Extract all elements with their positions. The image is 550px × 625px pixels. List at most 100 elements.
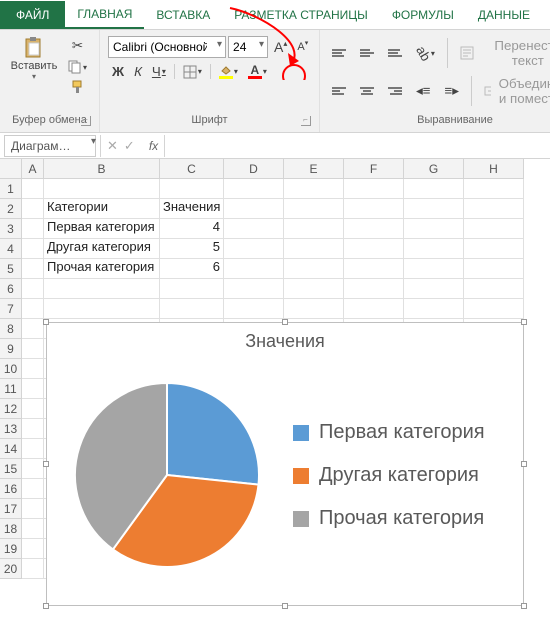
align-center-button[interactable]	[356, 74, 378, 108]
align-right-button[interactable]	[384, 74, 406, 108]
legend-item[interactable]: Другая категория	[293, 464, 523, 487]
cell[interactable]	[404, 219, 464, 239]
cell[interactable]	[344, 179, 404, 199]
cell[interactable]	[464, 239, 524, 259]
cell[interactable]: Первая категория	[44, 219, 160, 239]
row-header[interactable]: 3	[0, 219, 22, 239]
cell[interactable]	[404, 239, 464, 259]
cell[interactable]	[22, 179, 44, 199]
col-header[interactable]: B	[44, 159, 160, 179]
cell[interactable]	[160, 279, 224, 299]
spreadsheet-grid[interactable]: A B C D E F G H	[0, 159, 550, 179]
tab-page-layout[interactable]: РАЗМЕТКА СТРАНИЦЫ	[222, 1, 380, 29]
fx-label[interactable]: fx	[149, 139, 158, 153]
row-header[interactable]: 7	[0, 299, 22, 319]
cell[interactable]	[224, 239, 284, 259]
underline-button[interactable]: Ч▾	[148, 62, 170, 81]
cell[interactable]	[160, 179, 224, 199]
pie-plot-area[interactable]	[47, 356, 287, 594]
cell[interactable]	[44, 179, 160, 199]
font-launcher[interactable]: ⌐	[301, 116, 311, 126]
cell[interactable]	[344, 259, 404, 279]
tab-data[interactable]: ДАННЫЕ	[466, 1, 542, 29]
cell[interactable]	[464, 299, 524, 319]
cell[interactable]: Другая категория	[44, 239, 160, 259]
col-header[interactable]: G	[404, 159, 464, 179]
cell[interactable]	[344, 279, 404, 299]
row-header[interactable]: 13	[0, 419, 22, 439]
chart-title[interactable]: Значения	[47, 323, 523, 356]
align-left-button[interactable]	[328, 74, 350, 108]
col-header[interactable]: H	[464, 159, 524, 179]
cell[interactable]	[404, 259, 464, 279]
cell[interactable]	[284, 199, 344, 219]
cell[interactable]	[344, 299, 404, 319]
cell[interactable]	[464, 259, 524, 279]
row-header[interactable]: 17	[0, 499, 22, 519]
cut-button[interactable]: ✂	[64, 36, 91, 56]
cell[interactable]	[160, 299, 224, 319]
row-header[interactable]: 19	[0, 539, 22, 559]
italic-button[interactable]: К	[130, 62, 146, 81]
cell[interactable]	[44, 279, 160, 299]
decrease-font-button[interactable]: A▾	[293, 36, 312, 58]
fill-color-button[interactable]: ▾	[215, 62, 242, 81]
cell[interactable]	[224, 259, 284, 279]
cell[interactable]	[22, 439, 44, 459]
formula-input[interactable]	[165, 135, 550, 157]
font-name-input[interactable]	[108, 36, 226, 58]
row-header[interactable]: 12	[0, 399, 22, 419]
cell[interactable]	[224, 279, 284, 299]
name-box[interactable]	[4, 135, 96, 157]
legend-item[interactable]: Первая категория	[293, 421, 523, 444]
col-header[interactable]: E	[284, 159, 344, 179]
row-header[interactable]: 4	[0, 239, 22, 259]
cell[interactable]	[22, 259, 44, 279]
cell[interactable]	[22, 559, 44, 579]
merge-button[interactable]: Объединить и поместить	[480, 74, 550, 108]
cell[interactable]	[22, 359, 44, 379]
row-header[interactable]: 2	[0, 199, 22, 219]
cell[interactable]	[224, 299, 284, 319]
cell[interactable]	[22, 539, 44, 559]
cell[interactable]	[22, 379, 44, 399]
cell[interactable]	[22, 239, 44, 259]
cell[interactable]	[344, 199, 404, 219]
row-header[interactable]: 11	[0, 379, 22, 399]
row-header[interactable]: 1	[0, 179, 22, 199]
align-middle-button[interactable]	[356, 36, 378, 70]
row-header[interactable]: 9	[0, 339, 22, 359]
row-header[interactable]: 20	[0, 559, 22, 579]
copy-button[interactable]: ▾	[64, 58, 91, 76]
cell[interactable]	[224, 199, 284, 219]
cell[interactable]: Категории	[44, 199, 160, 219]
enter-icon[interactable]: ✓	[124, 138, 135, 154]
cell[interactable]	[22, 499, 44, 519]
cell[interactable]	[22, 339, 44, 359]
cell[interactable]	[224, 219, 284, 239]
row-header[interactable]: 14	[0, 439, 22, 459]
bold-button[interactable]: Ж	[108, 62, 128, 81]
decrease-indent-button[interactable]: ◂≡	[412, 74, 434, 108]
cell[interactable]	[22, 479, 44, 499]
pie-slice[interactable]	[167, 383, 259, 485]
row-header[interactable]: 5	[0, 259, 22, 279]
cell[interactable]	[404, 279, 464, 299]
row-header[interactable]: 8	[0, 319, 22, 339]
cell[interactable]	[22, 299, 44, 319]
cell[interactable]: Прочая категория	[44, 259, 160, 279]
col-header[interactable]: F	[344, 159, 404, 179]
cell[interactable]	[22, 459, 44, 479]
cell[interactable]	[344, 219, 404, 239]
cell[interactable]	[22, 399, 44, 419]
cell[interactable]	[344, 239, 404, 259]
row-header[interactable]: 6	[0, 279, 22, 299]
cell[interactable]	[22, 519, 44, 539]
cell[interactable]	[284, 299, 344, 319]
align-top-button[interactable]	[328, 36, 350, 70]
cell[interactable]	[284, 179, 344, 199]
cell[interactable]	[464, 199, 524, 219]
tab-file[interactable]: ФАЙЛ	[0, 1, 65, 29]
cell[interactable]	[404, 299, 464, 319]
cell[interactable]	[44, 299, 160, 319]
